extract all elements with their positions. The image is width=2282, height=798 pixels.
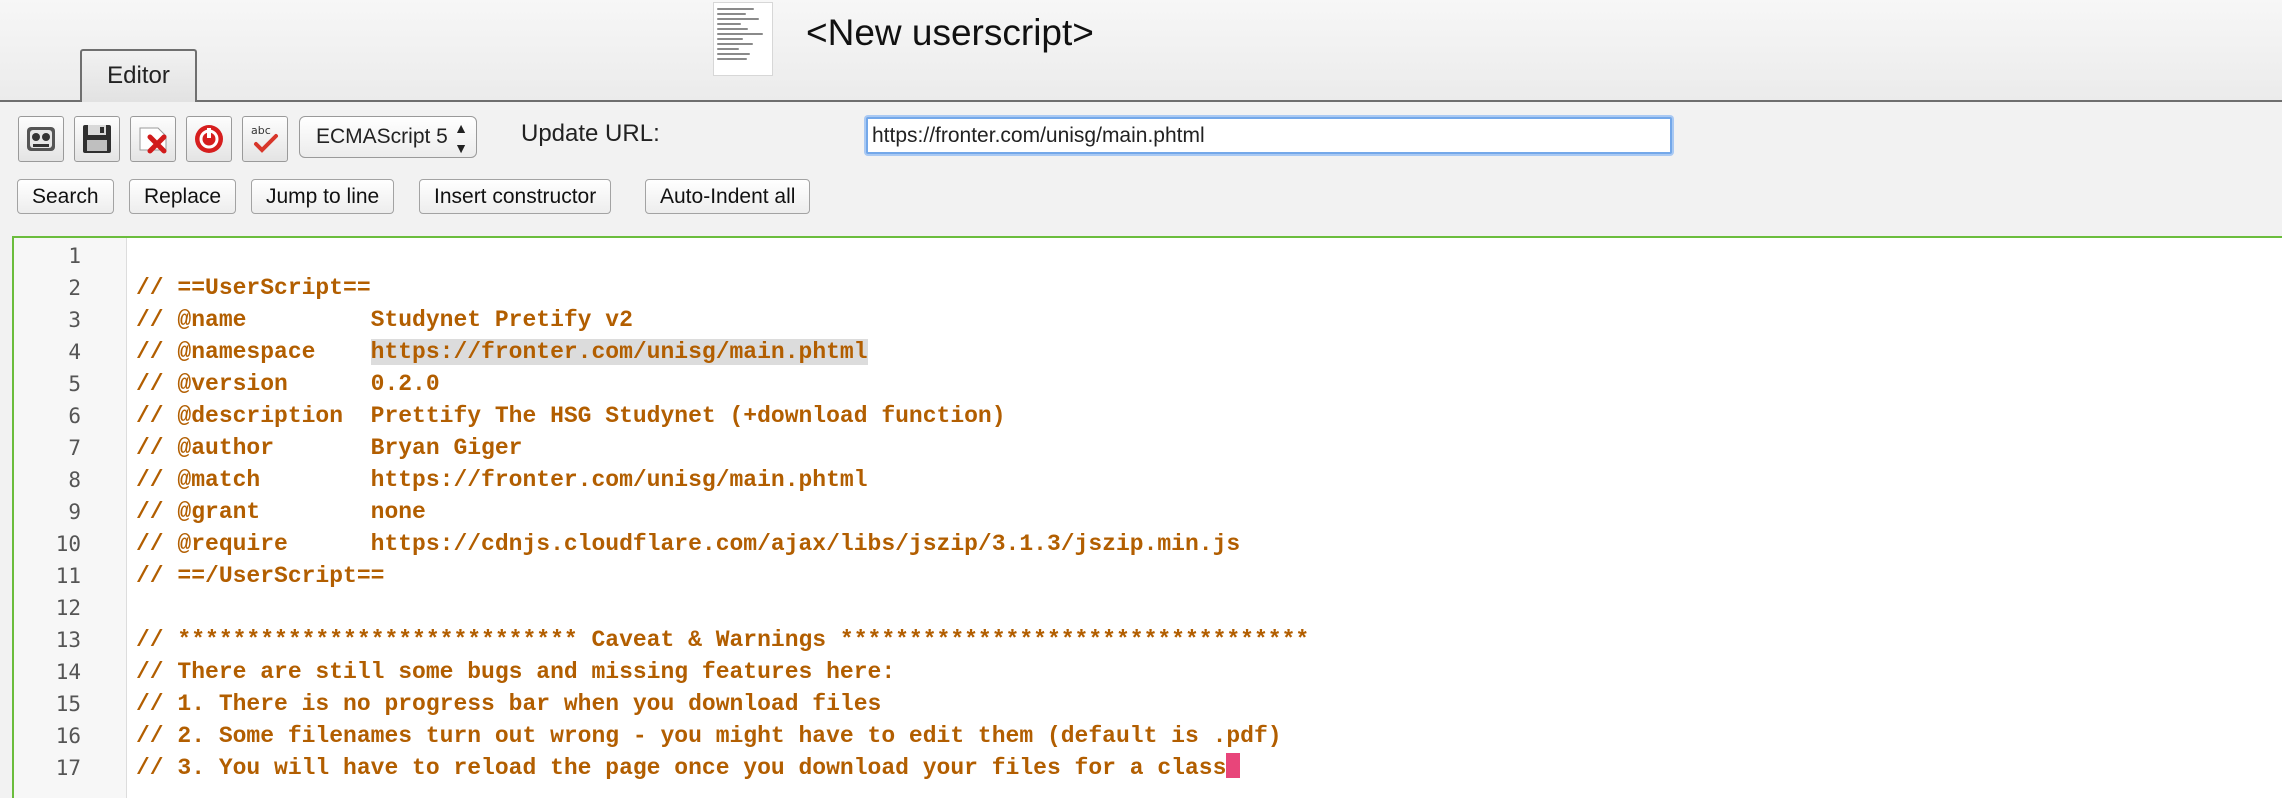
code-line-text: // ***************************** Caveat … — [136, 627, 1310, 653]
code-line-text: // ==UserScript== — [136, 275, 371, 301]
language-select-value: ECMAScript 5 — [316, 125, 448, 148]
line-number: 4 — [68, 340, 81, 364]
select-arrows-icon: ▲ ▼ — [454, 120, 468, 156]
code-line[interactable]: // @require https://cdnjs.cloudflare.com… — [136, 528, 1240, 560]
update-url-input[interactable] — [866, 117, 1672, 154]
close-button[interactable] — [130, 116, 176, 162]
spellcheck-icon: abc — [251, 124, 278, 153]
line-number: 16 — [55, 724, 81, 748]
line-number: 17 — [55, 756, 81, 780]
code-line[interactable]: // ==/UserScript== — [136, 560, 384, 592]
spellcheck-button[interactable]: abc — [242, 116, 288, 162]
code-line-text: // ==/UserScript== — [136, 563, 385, 589]
code-line-text: // @author Bryan Giger — [136, 435, 523, 461]
code-line[interactable]: // @match https://fronter.com/unisg/main… — [136, 464, 868, 496]
line-number: 14 — [55, 660, 81, 684]
code-line-text: // @description Prettify The HSG Studyne… — [136, 403, 1006, 429]
line-number: 10 — [55, 532, 81, 556]
tampermonkey-button[interactable] — [18, 116, 64, 162]
code-line[interactable]: // @author Bryan Giger — [136, 432, 522, 464]
close-icon — [139, 127, 167, 154]
save-icon — [83, 125, 111, 153]
code-line[interactable]: // 1. There is no progress bar when you … — [136, 688, 881, 720]
jump-to-line-button[interactable]: Jump to line — [251, 179, 395, 214]
search-button[interactable]: Search — [17, 179, 114, 214]
reset-icon — [195, 125, 223, 153]
text-cursor — [1226, 753, 1241, 778]
svg-text:abc: abc — [251, 124, 271, 137]
selection-highlight: https://fronter.com/unisg/main.phtml — [370, 339, 868, 365]
code-line[interactable]: // @namespace https://fronter.com/unisg/… — [136, 336, 868, 368]
auto-indent-all-button[interactable]: Auto-Indent all — [645, 179, 811, 214]
line-number: 5 — [68, 372, 81, 396]
code-line-text: // @grant none — [136, 499, 426, 525]
header: <New userscript> Editor — [0, 0, 2282, 102]
update-url-label: Update URL: — [521, 120, 660, 147]
line-number: 7 — [68, 436, 81, 460]
code-line-text: // @version 0.2.0 — [136, 371, 440, 397]
code-line-text: // @match https://fronter.com/unisg/main… — [136, 467, 868, 493]
tampermonkey-icon — [27, 127, 55, 151]
code-editor[interactable]: 1 2 3 4 5 6 7 8 9 10 11 12 13 14 15 16 17 // ==UserScrip… — [12, 236, 2282, 798]
code-line-text: // 3. You will have to reload the page o… — [136, 755, 1227, 781]
code-line[interactable]: // 2. Some filenames turn out wrong - yo… — [136, 720, 1282, 752]
code-line[interactable]: // ==UserScript== — [136, 272, 371, 304]
insert-constructor-button[interactable]: Insert constructor — [419, 179, 612, 214]
code-line[interactable]: // ***************************** Caveat … — [136, 624, 1309, 656]
code-line[interactable]: // There are still some bugs and missing… — [136, 656, 895, 688]
script-thumbnail-icon — [713, 2, 773, 76]
code-line[interactable]: // @description Prettify The HSG Studyne… — [136, 400, 1006, 432]
code-line[interactable]: // @name Studynet Pretify v2 — [136, 304, 633, 336]
code-line-text: // @require https://cdnjs.cloudflare.com… — [136, 531, 1241, 557]
language-select[interactable]: ECMAScript 5 ▲ ▼ — [299, 116, 477, 158]
line-number: 2 — [68, 276, 81, 300]
code-line[interactable]: // @version 0.2.0 — [136, 368, 440, 400]
code-line-text: // 2. Some filenames turn out wrong - yo… — [136, 723, 1282, 749]
userscript-editor-window: <New userscript> Editor abc ECMAScript 5… — [0, 0, 2282, 798]
line-number: 11 — [55, 564, 81, 588]
line-number: 12 — [55, 596, 81, 620]
line-number: 9 — [68, 500, 81, 524]
code-line-text: // There are still some bugs and missing… — [136, 659, 896, 685]
tab-editor[interactable]: Editor — [80, 49, 197, 102]
line-number: 8 — [68, 468, 81, 492]
code-line-text: // @name Studynet Pretify v2 — [136, 307, 633, 333]
line-number: 15 — [55, 692, 81, 716]
save-button[interactable] — [74, 116, 120, 162]
line-number: 1 — [68, 244, 81, 268]
line-number: 13 — [55, 628, 81, 652]
replace-button[interactable]: Replace — [129, 179, 237, 214]
line-number-gutter: 1 2 3 4 5 6 7 8 9 10 11 12 13 14 15 16 17 — [14, 238, 127, 798]
code-line[interactable]: // 3. You will have to reload the page o… — [136, 752, 1241, 784]
script-title: <New userscript> — [806, 12, 1094, 53]
reset-button[interactable] — [186, 116, 232, 162]
code-line[interactable]: // @grant none — [136, 496, 426, 528]
line-number: 6 — [68, 404, 81, 428]
code-line-text: // 1. There is no progress bar when you … — [136, 691, 882, 717]
line-number: 3 — [68, 308, 81, 332]
